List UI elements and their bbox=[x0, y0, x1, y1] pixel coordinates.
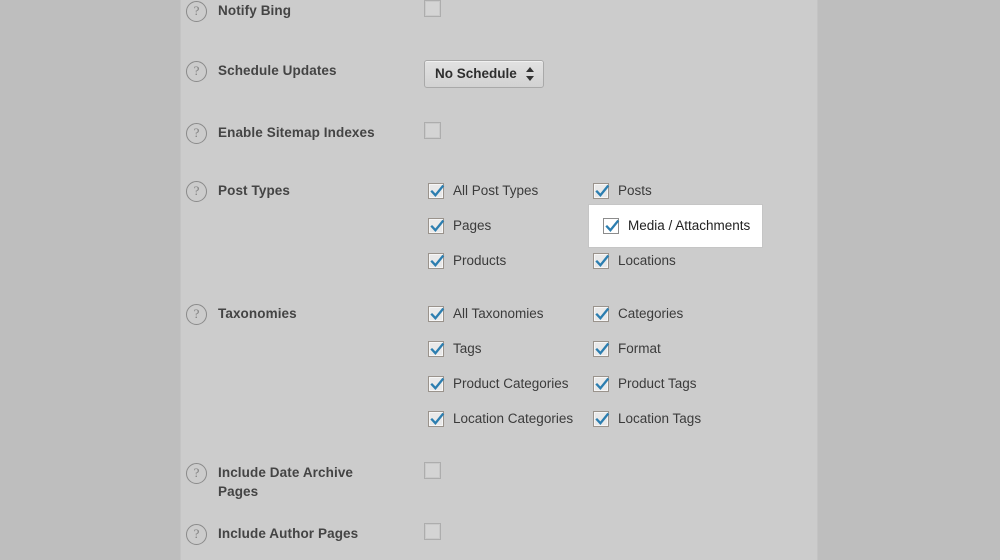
checkbox-label: Product Categories bbox=[453, 376, 569, 391]
select-schedule-updates[interactable]: No Schedule bbox=[424, 60, 544, 88]
checkbox-box bbox=[428, 376, 445, 392]
checkbox-option-products[interactable]: Products bbox=[424, 250, 510, 272]
select-value-schedule-updates: No Schedule bbox=[435, 66, 517, 81]
checkbox-option-all-taxonomies[interactable]: All Taxonomies bbox=[424, 303, 548, 325]
checkbox-enable-sitemap-indexes[interactable] bbox=[424, 122, 441, 140]
checkbox-box bbox=[603, 218, 620, 234]
question-mark-circle-icon[interactable]: ? bbox=[186, 1, 207, 22]
label-cell-enable-sitemap-indexes: ? Enable Sitemap Indexes bbox=[186, 122, 426, 144]
checkbox-grid-post-types: All Post Types Posts Pages Media / Attachme… bbox=[424, 180, 817, 285]
checkbox-box bbox=[593, 253, 610, 269]
up-down-stepper-icon bbox=[525, 66, 535, 82]
checkbox-label: Products bbox=[453, 253, 507, 268]
checkbox-label: Location Tags bbox=[618, 411, 702, 426]
checkbox-box bbox=[428, 253, 445, 269]
question-mark-circle-icon[interactable]: ? bbox=[186, 61, 207, 82]
checkbox-notify-bing[interactable] bbox=[424, 0, 441, 18]
checkbox-option-location-tags[interactable]: Location Tags bbox=[589, 408, 705, 430]
label-cell-schedule-updates: ? Schedule Updates bbox=[186, 60, 426, 82]
checkbox-option-tags[interactable]: Tags bbox=[424, 338, 486, 360]
checkbox-box bbox=[593, 376, 610, 392]
checkbox-include-author-pages[interactable] bbox=[424, 523, 441, 541]
control-cell-enable-sitemap-indexes bbox=[424, 122, 817, 140]
control-cell-notify-bing bbox=[424, 0, 817, 18]
label-cell-include-author-pages: ? Include Author Pages bbox=[186, 523, 426, 545]
field-label-post-types: Post Types bbox=[218, 183, 291, 198]
question-mark-circle-icon[interactable]: ? bbox=[186, 304, 207, 325]
checkbox-option-posts[interactable]: Posts bbox=[589, 180, 656, 202]
checkbox-label: Tags bbox=[453, 341, 482, 356]
checkbox-option-format[interactable]: Format bbox=[589, 338, 665, 360]
checkbox-option-pages[interactable]: Pages bbox=[424, 215, 495, 237]
control-cell-schedule-updates: No Schedule bbox=[424, 60, 817, 88]
screenshot-root: ? Notify Bing? Schedule Updates No Schedule… bbox=[0, 0, 1000, 560]
checkbox-option-product-categories[interactable]: Product Categories bbox=[424, 373, 573, 395]
checkbox-label: Categories bbox=[618, 306, 684, 321]
question-mark-circle-icon[interactable]: ? bbox=[186, 181, 207, 202]
question-mark-circle-icon[interactable]: ? bbox=[186, 123, 207, 144]
field-label-taxonomies: Taxonomies bbox=[218, 306, 297, 321]
question-mark-circle-icon[interactable]: ? bbox=[186, 463, 207, 484]
checkbox-box bbox=[593, 411, 610, 427]
checkbox-grid-taxonomies: All Taxonomies Categories Tags Format Produc… bbox=[424, 303, 817, 443]
checkbox-box bbox=[593, 183, 610, 199]
checkbox-option-product-tags[interactable]: Product Tags bbox=[589, 373, 701, 395]
checkbox-label: Media / Attachments bbox=[628, 218, 751, 233]
label-cell-notify-bing: ? Notify Bing bbox=[186, 0, 426, 22]
settings-panel: ? Notify Bing? Schedule Updates No Schedule… bbox=[180, 0, 818, 560]
field-label-include-date-archive-pages: Include Date Archive Pages bbox=[218, 465, 354, 499]
control-cell-include-author-pages bbox=[424, 523, 817, 541]
label-cell-include-date-archive-pages: ? Include Date Archive Pages bbox=[186, 462, 426, 501]
checkbox-box bbox=[428, 183, 445, 199]
field-label-enable-sitemap-indexes: Enable Sitemap Indexes bbox=[218, 125, 375, 140]
control-cell-post-types: All Post Types Posts Pages Media / Attachme… bbox=[424, 180, 817, 285]
checkbox-box bbox=[593, 306, 610, 322]
checkbox-option-media-attachments[interactable]: Media / Attachments bbox=[589, 205, 763, 247]
checkbox-box bbox=[593, 341, 610, 357]
label-cell-taxonomies: ? Taxonomies bbox=[186, 303, 426, 325]
checkbox-label: All Taxonomies bbox=[453, 306, 544, 321]
checkbox-label: Format bbox=[618, 341, 661, 356]
checkbox-box bbox=[428, 341, 445, 357]
field-label-schedule-updates: Schedule Updates bbox=[218, 63, 337, 78]
checkbox-label: Pages bbox=[453, 218, 492, 233]
checkbox-option-categories[interactable]: Categories bbox=[589, 303, 687, 325]
checkbox-option-location-categories[interactable]: Location Categories bbox=[424, 408, 577, 430]
checkbox-label: All Post Types bbox=[453, 183, 539, 198]
checkbox-box bbox=[428, 306, 445, 322]
checkbox-label: Locations bbox=[618, 253, 676, 268]
field-label-notify-bing: Notify Bing bbox=[218, 3, 292, 18]
checkbox-option-locations[interactable]: Locations bbox=[589, 250, 680, 272]
control-cell-include-date-archive-pages bbox=[424, 462, 817, 480]
field-label-include-author-pages: Include Author Pages bbox=[218, 526, 359, 541]
checkbox-include-date-archive-pages[interactable] bbox=[424, 462, 441, 480]
checkbox-label: Posts bbox=[618, 183, 652, 198]
control-cell-taxonomies: All Taxonomies Categories Tags Format Produc… bbox=[424, 303, 817, 443]
checkbox-box bbox=[428, 218, 445, 234]
checkbox-box bbox=[428, 411, 445, 427]
label-cell-post-types: ? Post Types bbox=[186, 180, 426, 202]
question-mark-circle-icon[interactable]: ? bbox=[186, 524, 207, 545]
checkbox-option-all-post-types[interactable]: All Post Types bbox=[424, 180, 542, 202]
checkbox-label: Location Categories bbox=[453, 411, 574, 426]
checkbox-label: Product Tags bbox=[618, 376, 697, 391]
